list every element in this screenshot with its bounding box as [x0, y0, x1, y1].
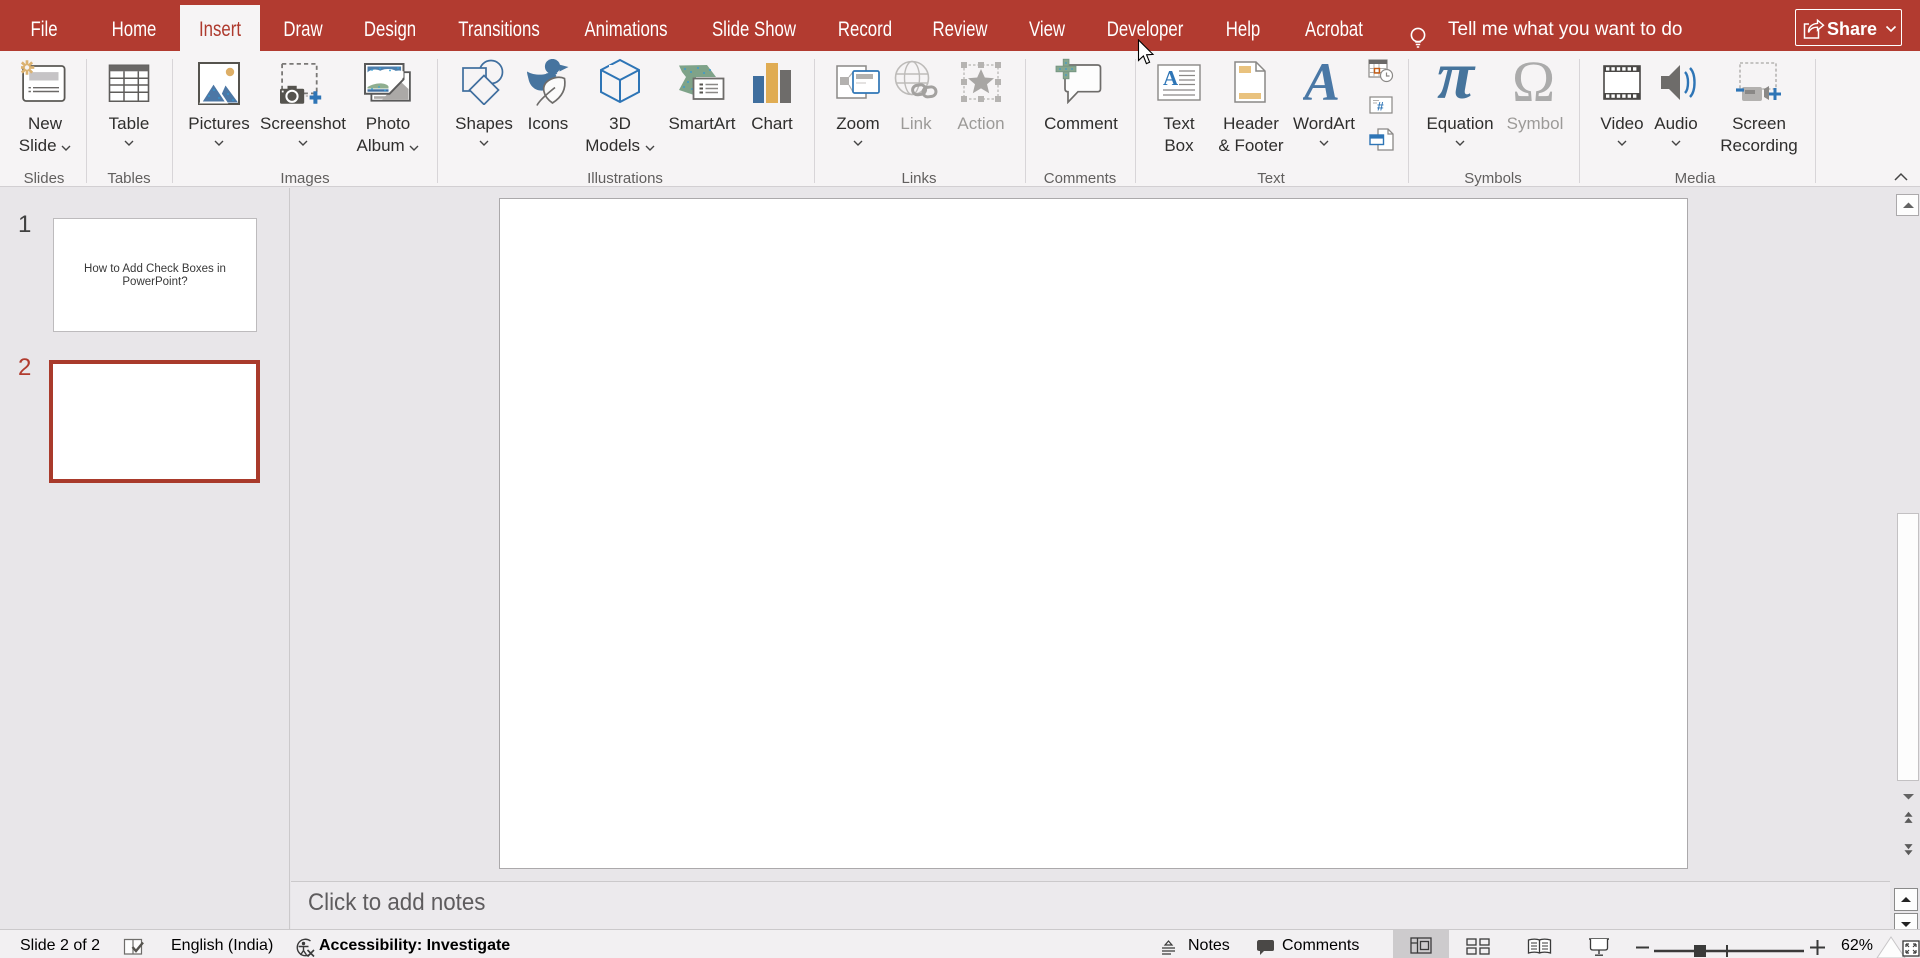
svg-text:Ω: Ω [1512, 56, 1555, 104]
svg-text:A: A [1163, 66, 1179, 90]
svg-text:π: π [1437, 56, 1476, 104]
svg-text:#: # [1377, 100, 1384, 114]
svg-text:A: A [1303, 58, 1340, 104]
